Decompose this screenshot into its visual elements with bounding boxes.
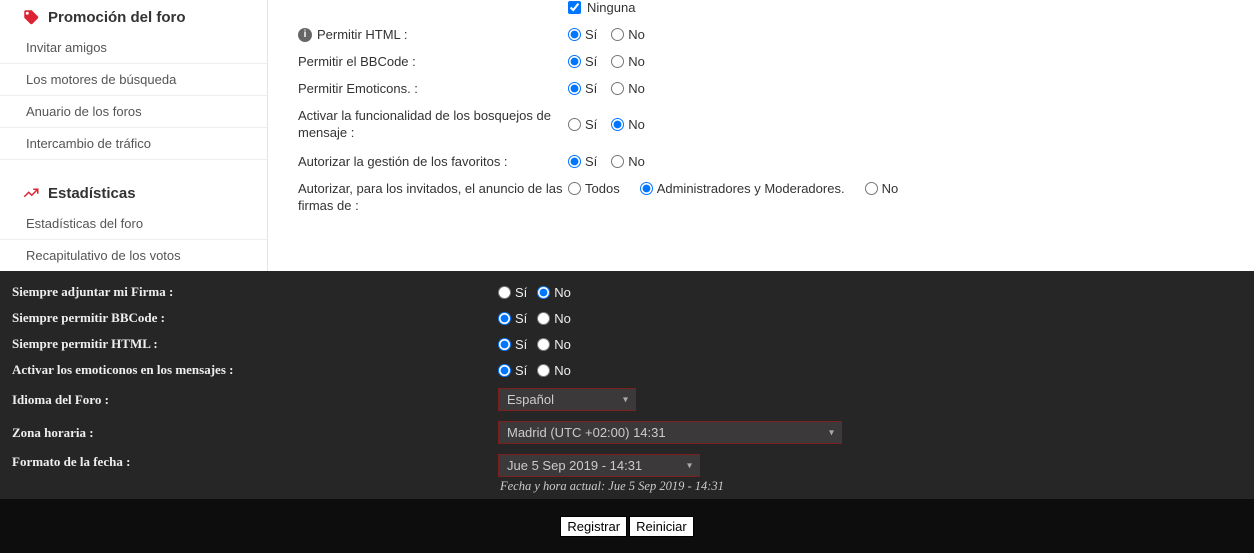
radio-no[interactable]	[537, 312, 550, 325]
radio-no[interactable]	[611, 118, 624, 131]
bottom-bar: Registrar Reiniciar	[0, 499, 1254, 553]
date-format-select[interactable]: Jue 5 Sep 2019 - 14:31	[498, 454, 700, 477]
language-select[interactable]: Español	[498, 388, 636, 411]
radio-si[interactable]	[498, 312, 511, 325]
radio-no[interactable]	[611, 55, 624, 68]
radio-no[interactable]	[611, 155, 624, 168]
radio-si[interactable]	[568, 155, 581, 168]
radio-no[interactable]	[611, 28, 624, 41]
setting-label: Formato de la fecha :	[12, 454, 498, 470]
radio-si[interactable]	[568, 118, 581, 131]
radio-si[interactable]	[498, 286, 511, 299]
sidebar-section-title: Promoción del foro	[48, 9, 186, 26]
radio-si[interactable]	[498, 338, 511, 351]
radio-todos[interactable]	[568, 182, 581, 195]
setting-label: Activar la funcionalidad de los bosquejo…	[298, 108, 568, 142]
radio-no[interactable]	[537, 286, 550, 299]
radio-admins[interactable]	[640, 182, 653, 195]
none-checkbox[interactable]	[568, 1, 581, 14]
setting-label: Permitir HTML :	[317, 27, 408, 42]
radio-si[interactable]	[568, 82, 581, 95]
radio-si[interactable]	[568, 55, 581, 68]
sidebar-item-invite[interactable]: Invitar amigos	[0, 32, 267, 64]
sidebar-item-forum-stats[interactable]: Estadísticas del foro	[0, 208, 267, 240]
sidebar-section-promo: Promoción del foro	[0, 0, 267, 32]
profile-prefs-panel: Siempre adjuntar mi Firma : Sí No Siempr…	[0, 271, 1254, 499]
radio-no[interactable]	[865, 182, 878, 195]
radio-no[interactable]	[537, 338, 550, 351]
chart-icon	[22, 184, 40, 202]
radio-si[interactable]	[568, 28, 581, 41]
setting-label: Zona horaria :	[12, 425, 498, 441]
setting-label: Siempre permitir HTML :	[12, 336, 498, 352]
sidebar-section-title: Estadísticas	[48, 185, 136, 202]
setting-label: Activar los emoticonos en los mensajes :	[12, 362, 498, 378]
setting-label: Autorizar, para los invitados, el anunci…	[298, 181, 568, 215]
tag-icon	[22, 8, 40, 26]
sidebar: Promoción del foro Invitar amigos Los mo…	[0, 0, 267, 271]
current-datetime-text: Fecha y hora actual: Jue 5 Sep 2019 - 14…	[498, 477, 724, 494]
setting-label: Siempre permitir BBCode :	[12, 310, 498, 326]
info-icon[interactable]: i	[298, 28, 312, 42]
sidebar-section-stats: Estadísticas	[0, 176, 267, 208]
settings-panel-light: Ninguna i Permitir HTML : Sí No Permitir…	[267, 0, 1254, 271]
setting-label: Siempre adjuntar mi Firma :	[12, 284, 498, 300]
sidebar-item-directory[interactable]: Anuario de los foros	[0, 96, 267, 128]
timezone-select[interactable]: Madrid (UTC +02:00) 14:31	[498, 421, 842, 444]
radio-no[interactable]	[537, 364, 550, 377]
sidebar-item-traffic[interactable]: Intercambio de tráfico	[0, 128, 267, 160]
none-label: Ninguna	[587, 0, 635, 15]
save-button[interactable]: Registrar	[560, 516, 627, 537]
reset-button[interactable]: Reiniciar	[629, 516, 694, 537]
setting-label: Permitir el BBCode :	[298, 54, 416, 69]
radio-si[interactable]	[498, 364, 511, 377]
sidebar-item-votes[interactable]: Recapitulativo de los votos	[0, 240, 267, 271]
radio-no[interactable]	[611, 82, 624, 95]
setting-label: Permitir Emoticons. :	[298, 81, 418, 96]
setting-label: Autorizar la gestión de los favoritos :	[298, 154, 508, 169]
sidebar-item-search-engines[interactable]: Los motores de búsqueda	[0, 64, 267, 96]
setting-label: Idioma del Foro :	[12, 392, 498, 408]
